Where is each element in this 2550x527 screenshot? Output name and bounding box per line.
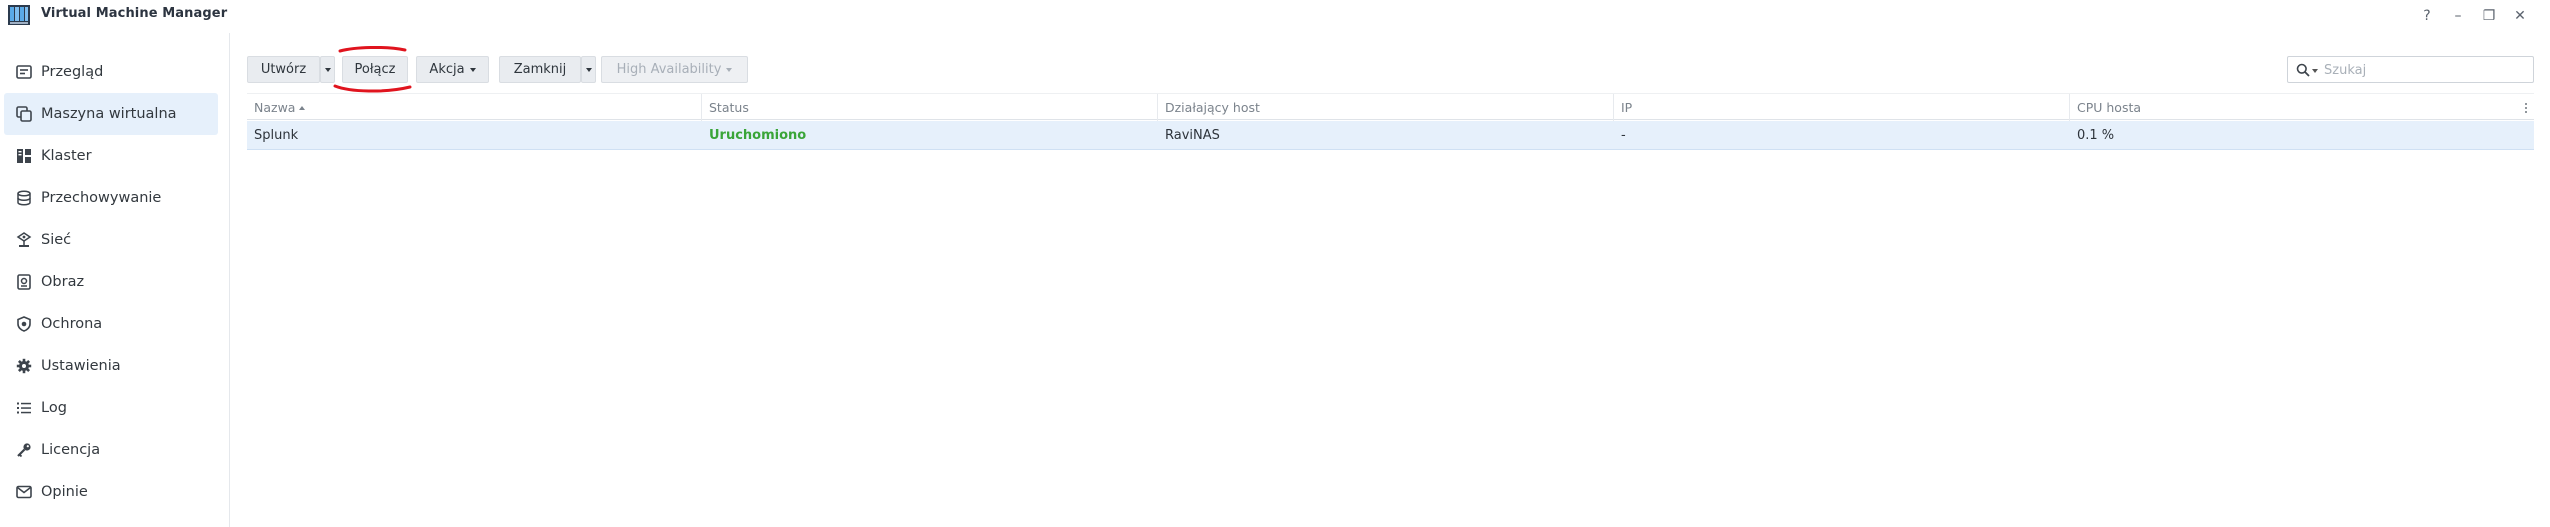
sidebar-item-virtual-machine[interactable]: Maszyna wirtualna (4, 93, 218, 135)
sidebar-item-settings[interactable]: Ustawienia (4, 345, 218, 387)
search-input[interactable] (2324, 61, 2524, 79)
create-button-label: Utwórz (260, 62, 307, 77)
sidebar-item-storage[interactable]: Przechowywanie (4, 177, 218, 219)
cell-host: RaviNAS (1165, 128, 1220, 143)
sidebar-item-protection[interactable]: Ochrona (4, 303, 218, 345)
table-header: Nazwa Status Działający host IP CPU host… (247, 93, 2534, 121)
app-title: Virtual Machine Manager (41, 6, 228, 21)
column-header-host[interactable]: Działający host (1158, 94, 1614, 121)
shutdown-button-label: Zamknij (513, 62, 567, 77)
settings-icon (16, 358, 32, 374)
action-button-label: Akcja (429, 62, 465, 77)
column-menu-icon[interactable] (2518, 94, 2534, 121)
sidebar-item-license[interactable]: Licencja (4, 429, 218, 471)
log-icon (17, 402, 31, 414)
cell-cpu: 0.1 % (2077, 128, 2115, 143)
sidebar-item-overview[interactable]: Przegląd (4, 51, 218, 93)
sidebar-item-label: Log (41, 400, 67, 416)
help-icon[interactable]: ? (2413, 3, 2441, 29)
connect-button-label: Połącz (354, 62, 396, 77)
sidebar-item-label: Przechowywanie (41, 190, 162, 206)
sidebar-item-label: Licencja (41, 442, 101, 458)
annotation-stroke-top (338, 45, 407, 53)
chevron-down-icon (585, 67, 592, 72)
cell-status: Uruchomiono (709, 128, 807, 143)
sidebar-item-label: Klaster (41, 148, 92, 164)
sidebar: Przegląd Maszyna wirtualna Klaster Przec… (0, 33, 230, 527)
column-header-cpu[interactable]: CPU hosta (2070, 94, 2518, 121)
high-availability-label: High Availability (616, 62, 722, 77)
sidebar-item-cluster[interactable]: Klaster (4, 135, 218, 177)
sidebar-item-label: Przegląd (41, 64, 104, 80)
cell-name: Splunk (254, 128, 299, 143)
feedback-icon (16, 485, 32, 499)
sidebar-item-label: Obraz (41, 274, 85, 290)
sidebar-item-label: Maszyna wirtualna (41, 106, 177, 122)
action-button[interactable]: Akcja (416, 56, 489, 83)
close-icon[interactable]: ✕ (2506, 3, 2534, 29)
create-dropdown-button[interactable] (320, 56, 335, 83)
sidebar-item-label: Sieć (41, 232, 72, 248)
connect-button[interactable]: Połącz (342, 56, 408, 83)
title-bar: Virtual Machine Manager ? – ❐ ✕ (0, 0, 2550, 33)
minimize-icon[interactable]: – (2444, 3, 2472, 29)
cluster-icon (17, 149, 31, 163)
annotation-stroke-bottom (333, 84, 412, 93)
app-logo-icon (8, 5, 30, 25)
cell-ip: - (1621, 128, 1626, 143)
shutdown-button[interactable]: Zamknij (499, 56, 581, 83)
overview-icon (16, 65, 32, 79)
sidebar-item-label: Ochrona (41, 316, 103, 332)
chevron-down-icon (324, 67, 331, 72)
column-header-ip[interactable]: IP (1614, 94, 2070, 121)
search-filter-caret-icon[interactable] (2312, 69, 2318, 73)
protection-icon (17, 316, 31, 332)
sidebar-item-label: Ustawienia (41, 358, 121, 374)
chevron-down-icon (469, 67, 476, 72)
create-button[interactable]: Utwórz (247, 56, 320, 83)
table-row[interactable]: Splunk Uruchomiono RaviNAS - 0.1 % (247, 121, 2534, 150)
sidebar-item-network[interactable]: Sieć (4, 219, 218, 261)
restore-icon[interactable]: ❐ (2475, 3, 2503, 29)
high-availability-button[interactable]: High Availability (601, 56, 748, 83)
sort-ascending-icon (299, 105, 306, 110)
sidebar-item-log[interactable]: Log (4, 387, 218, 429)
column-header-name[interactable]: Nazwa (247, 94, 702, 121)
column-header-status[interactable]: Status (702, 94, 1158, 121)
sidebar-item-image[interactable]: Obraz (4, 261, 218, 303)
virtual-machine-icon (16, 106, 32, 122)
network-icon (16, 232, 32, 247)
sidebar-item-label: Opinie (41, 484, 88, 500)
search-icon (2296, 63, 2310, 77)
sidebar-item-feedback[interactable]: Opinie (4, 471, 218, 513)
storage-icon (17, 190, 31, 206)
chevron-down-icon (726, 67, 733, 72)
search-box[interactable] (2287, 56, 2534, 83)
license-icon (17, 443, 31, 458)
shutdown-dropdown-button[interactable] (581, 56, 596, 83)
image-icon (17, 274, 31, 290)
